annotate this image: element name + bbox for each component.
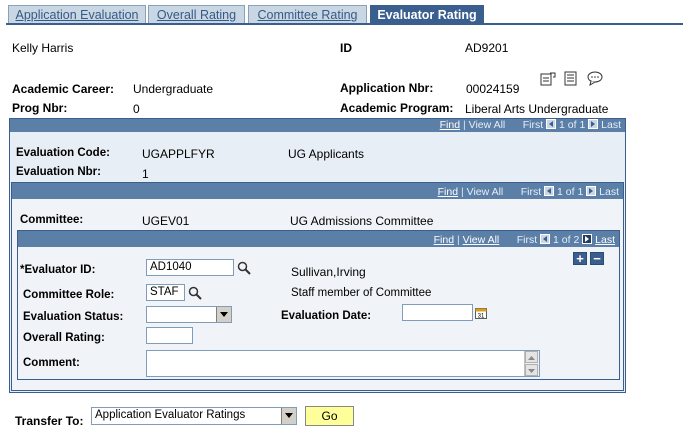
calendar-icon[interactable]: 31 [475,306,488,320]
tab-committee-rating[interactable]: Committee Rating [248,5,367,24]
id-label: ID [340,41,352,55]
application-nbr-value: 00024159 [466,82,520,96]
last-label: Last [601,119,621,131]
evaluation-grid-nav: Find | View All First 1 of 1 Last [440,119,621,132]
find-link[interactable]: Find [434,234,454,246]
committee-value: UGEV01 [142,214,190,228]
comment-textarea[interactable] [146,350,540,377]
row-range: 1 of 2 [553,234,580,246]
first-label: First [520,186,542,198]
comment-value [147,353,149,365]
nav-separator: | [461,186,464,198]
transfer-to-label: Transfer To: [15,414,84,428]
applicant-name: Kelly Harris [12,41,74,55]
evaluator-grid-header: Find | View All First 1 of 2 Last [18,231,619,247]
find-link[interactable]: Find [438,186,458,198]
find-link[interactable]: Find [440,119,460,131]
comment-bubble-icon[interactable] [587,71,604,87]
committee-role-field[interactable]: STAF [146,284,185,301]
evaluation-code-label: Evaluation Code: [16,147,110,159]
academic-program-label: Academic Program: [340,101,454,115]
academic-career-value: Undergraduate [133,82,214,96]
evaluation-nbr-value: 1 [142,167,149,181]
committee-desc: UG Admissions Committee [290,214,434,228]
academic-career-label: Academic Career: [12,82,115,96]
committee-grid-header: Find | View All First 1 of 1 Last [12,183,623,199]
transfer-to-value: Application Evaluator Ratings [95,409,246,421]
view-all-link[interactable]: View All [469,119,506,131]
committee-grid-nav: Find | View All First 1 of 1 Last [438,186,619,199]
evaluation-date-field[interactable] [402,304,473,321]
next-arrow-icon[interactable] [586,186,597,196]
committee-label: Committee: [20,214,84,226]
prev-arrow-icon[interactable] [546,119,557,129]
evaluation-code-value: UGAPPLFYR [142,147,215,161]
last-link[interactable]: Last [595,234,615,246]
evaluation-status-select[interactable] [146,306,232,323]
delete-row-button[interactable]: − [590,252,604,265]
prev-arrow-icon[interactable] [544,186,555,196]
add-row-button[interactable]: + [573,252,587,265]
evaluator-grid-nav: Find | View All First 1 of 2 Last [434,234,615,247]
first-label: First [516,234,538,246]
committee-role-desc: Staff member of Committee [291,287,432,299]
evaluation-grid: Find | View All First 1 of 1 Last Evalua… [9,118,626,393]
evaluation-grid-header: Find | View All First 1 of 1 Last [10,119,625,132]
evaluator-id-lookup-icon[interactable] [237,261,251,275]
evaluation-status-label: Evaluation Status: [23,311,124,323]
row-range: 1 of 1 [559,119,586,131]
academic-program-value: Liberal Arts Undergraduate [465,102,609,116]
prog-nbr-label: Prog Nbr: [12,101,68,115]
evaluation-code-desc: UG Applicants [288,147,365,161]
evaluation-date-label: Evaluation Date: [281,310,372,322]
go-button[interactable]: Go [305,406,354,426]
tab-underline [6,23,683,25]
last-label: Last [599,186,619,198]
chevron-down-icon[interactable] [216,307,231,322]
evaluator-id-field[interactable]: AD1040 [146,259,234,276]
transfer-to-select[interactable]: Application Evaluator Ratings [91,407,297,425]
tab-overall-rating[interactable]: Overall Rating [148,5,245,24]
prog-nbr-value: 0 [133,102,140,116]
svg-text:31: 31 [478,314,485,320]
row-range: 1 of 1 [557,186,584,198]
overall-rating-field[interactable] [146,327,193,344]
evaluation-nbr-label: Evaluation Nbr: [16,166,101,178]
scroll-up-icon[interactable] [525,351,538,363]
first-label: First [522,119,544,131]
committee-role-lookup-icon[interactable] [188,286,202,300]
evaluator-name: Sullivan,Irving [291,265,366,279]
comment-scrollbar[interactable] [524,351,539,376]
checklist-icon[interactable] [564,71,578,86]
view-all-link[interactable]: View All [463,234,500,246]
committee-role-label: Committee Role: [23,289,115,301]
comment-label: Comment: [23,357,80,369]
view-all-link[interactable]: View All [467,186,504,198]
next-arrow-icon[interactable] [582,234,593,244]
overall-rating-label: Overall Rating: [23,332,105,344]
tab-application-evaluation[interactable]: Application Evaluation [8,5,146,24]
application-nbr-label: Application Nbr: [340,81,434,95]
notepad-icon[interactable] [540,72,556,86]
evaluator-grid: Find | View All First 1 of 2 Last + − *E… [17,230,620,380]
tab-evaluator-rating[interactable]: Evaluator Rating [370,5,484,24]
id-value: AD9201 [465,41,509,55]
scroll-down-icon[interactable] [525,364,538,376]
next-arrow-icon[interactable] [588,119,599,129]
nav-separator: | [457,234,460,246]
nav-separator: | [463,119,466,131]
committee-grid: Find | View All First 1 of 1 Last Commit… [11,182,624,391]
chevron-down-icon[interactable] [281,408,296,424]
prev-arrow-icon[interactable] [540,234,551,244]
evaluator-id-label: *Evaluator ID: [20,264,96,276]
